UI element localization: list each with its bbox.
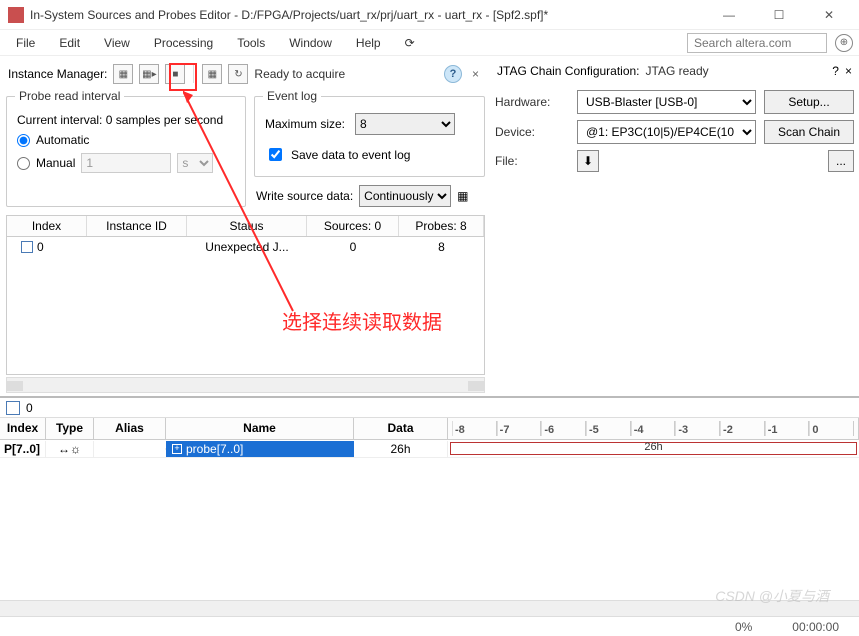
waveform-header: Index Type Alias Name Data -8 -7 -6 -5 -… bbox=[0, 418, 859, 440]
manual-interval-input[interactable] bbox=[81, 153, 171, 173]
manual-radio-input[interactable] bbox=[17, 157, 30, 170]
setup-button[interactable]: Setup... bbox=[764, 90, 854, 114]
elapsed-time: 00:00:00 bbox=[792, 620, 839, 634]
bottom-tabbar: 0 bbox=[0, 398, 859, 418]
menu-tools[interactable]: Tools bbox=[227, 33, 275, 53]
automatic-radio[interactable]: Automatic bbox=[17, 133, 235, 147]
col-status: Status bbox=[187, 216, 307, 236]
stop-button[interactable]: ■ bbox=[165, 64, 185, 84]
jtag-close-icon[interactable]: × bbox=[845, 64, 852, 78]
hardware-select[interactable]: USB-Blaster [USB-0] bbox=[577, 90, 756, 114]
close-button[interactable]: ✕ bbox=[815, 8, 843, 22]
probe-row[interactable]: P[7..0] ↔☼ +probe[7..0] 26h 26h bbox=[0, 440, 859, 458]
help-icon[interactable]: ? bbox=[444, 65, 462, 83]
menu-extra-icon[interactable]: ⟳ bbox=[395, 33, 425, 53]
probe-read-interval-group: Probe read interval Current interval: 0 … bbox=[6, 96, 246, 207]
alias-cell[interactable] bbox=[94, 448, 166, 450]
write-source-label: Write source data: bbox=[256, 189, 353, 203]
file-row: File: ⬇ ... bbox=[495, 150, 854, 172]
menu-edit[interactable]: Edit bbox=[49, 33, 90, 53]
hardware-row: Hardware: USB-Blaster [USB-0] Setup... bbox=[495, 90, 854, 114]
jtag-title: JTAG Chain Configuration: bbox=[497, 64, 640, 78]
instance-grid-body: 0 Unexpected J... 0 8 bbox=[6, 237, 485, 375]
menu-window[interactable]: Window bbox=[279, 33, 342, 53]
instance-manager-toolbar: Instance Manager: ▦ ▦▸ ■ ▦ ↻ Ready to ac… bbox=[6, 62, 485, 90]
time-axis: -8 -7 -6 -5 -4 -3 -2 -1 0 bbox=[448, 418, 859, 439]
write-source-icon[interactable]: ▦ bbox=[457, 189, 468, 203]
minimize-button[interactable]: — bbox=[715, 8, 743, 22]
data-cell: 26h bbox=[354, 441, 448, 457]
instance-icon bbox=[21, 241, 33, 253]
jtag-help-icon[interactable]: ? bbox=[832, 64, 839, 78]
col-probes: Probes: 8 bbox=[399, 216, 484, 236]
instance-tab-icon bbox=[6, 401, 20, 415]
manual-radio[interactable]: Manual s bbox=[17, 153, 235, 173]
type-icon: ↔☼ bbox=[46, 441, 94, 457]
menu-view[interactable]: View bbox=[94, 33, 140, 53]
expand-icon[interactable]: + bbox=[172, 444, 182, 454]
automatic-radio-input[interactable] bbox=[17, 134, 30, 147]
window-title: In-System Sources and Probes Editor - D:… bbox=[30, 8, 715, 22]
event-log-group: Event log Maximum size: 8 Save data to e… bbox=[254, 96, 485, 177]
instance-grid-header: Index Instance ID Status Sources: 0 Prob… bbox=[6, 215, 485, 237]
bottom-panel: 0 Index Type Alias Name Data -8 -7 -6 -5… bbox=[0, 396, 859, 458]
instance-tab-label[interactable]: 0 bbox=[26, 401, 33, 415]
name-cell[interactable]: +probe[7..0] bbox=[166, 441, 354, 457]
col-sources: Sources: 0 bbox=[307, 216, 399, 236]
probe-interval-legend: Probe read interval bbox=[15, 89, 124, 103]
acquire-status: Ready to acquire bbox=[254, 67, 438, 81]
jtag-header: JTAG Chain Configuration: JTAG ready ? × bbox=[495, 62, 854, 84]
app-icon bbox=[8, 7, 24, 23]
jtag-status: JTAG ready bbox=[646, 64, 827, 78]
search-input[interactable] bbox=[687, 33, 827, 53]
browse-button[interactable]: ... bbox=[828, 150, 854, 172]
write-loop-button[interactable]: ↻ bbox=[228, 64, 248, 84]
event-log-legend: Event log bbox=[263, 89, 321, 103]
menu-help[interactable]: Help bbox=[346, 33, 391, 53]
device-select[interactable]: @1: EP3C(10|5)/EP4CE(10 bbox=[577, 120, 756, 144]
statusbar: 0% 00:00:00 bbox=[0, 616, 859, 636]
window-controls: — ☐ ✕ bbox=[715, 8, 851, 22]
max-size-label: Maximum size: bbox=[265, 117, 345, 131]
col-index: Index bbox=[7, 216, 87, 236]
device-row: Device: @1: EP3C(10|5)/EP4CE(10 Scan Cha… bbox=[495, 120, 854, 144]
read-continuous-button[interactable]: ▦▸ bbox=[139, 64, 159, 84]
manual-unit-select[interactable]: s bbox=[177, 153, 213, 173]
write-source-select[interactable]: Continuously bbox=[359, 185, 451, 207]
progress-pct: 0% bbox=[735, 620, 752, 634]
save-data-checkbox-row[interactable]: Save data to event log bbox=[265, 145, 474, 164]
menu-file[interactable]: File bbox=[6, 33, 45, 53]
read-once-button[interactable]: ▦ bbox=[113, 64, 133, 84]
titlebar: In-System Sources and Probes Editor - D:… bbox=[0, 0, 859, 30]
watermark: CSDN @小夏与酒 bbox=[715, 586, 829, 606]
max-size-select[interactable]: 8 bbox=[355, 113, 455, 135]
panel-close-icon[interactable]: × bbox=[468, 67, 483, 81]
instance-manager-label: Instance Manager: bbox=[8, 67, 107, 81]
globe-icon[interactable]: ⊕ bbox=[835, 34, 853, 52]
current-interval-row: Current interval: 0 samples per second bbox=[17, 113, 235, 127]
maximize-button[interactable]: ☐ bbox=[765, 8, 793, 22]
menubar: File Edit View Processing Tools Window H… bbox=[0, 30, 859, 56]
write-button[interactable]: ▦ bbox=[202, 64, 222, 84]
horizontal-scrollbar[interactable] bbox=[6, 377, 485, 393]
scan-chain-button[interactable]: Scan Chain bbox=[764, 120, 854, 144]
waveform-cell[interactable]: 26h bbox=[448, 440, 859, 457]
save-data-checkbox[interactable] bbox=[269, 148, 282, 161]
write-source-row: Write source data: Continuously ▦ bbox=[256, 185, 485, 207]
menu-processing[interactable]: Processing bbox=[144, 33, 223, 53]
download-icon[interactable]: ⬇ bbox=[577, 150, 599, 172]
col-instance-id: Instance ID bbox=[87, 216, 187, 236]
table-row[interactable]: 0 Unexpected J... 0 8 bbox=[7, 237, 484, 257]
